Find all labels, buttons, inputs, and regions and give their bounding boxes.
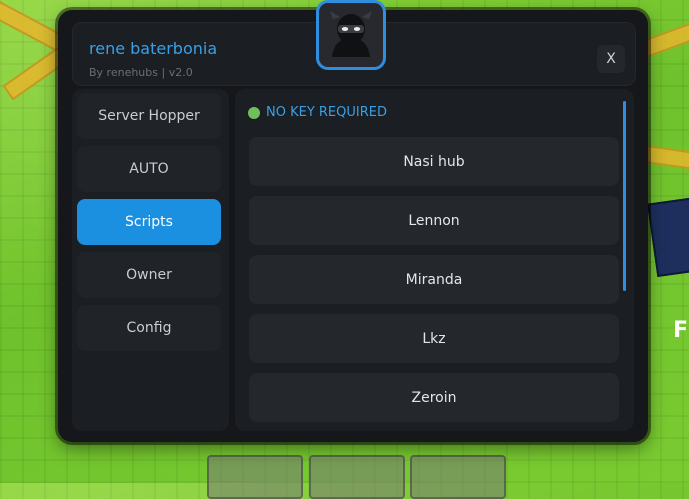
- hub-window: rene baterbonia By renehubs | v2.0 X Ser…: [58, 0, 648, 442]
- scripts-panel[interactable]: NO KEY REQUIRED Nasi hub Lennon Miranda …: [235, 89, 634, 431]
- script-label: Lkz: [422, 330, 446, 347]
- status-label: NO KEY REQUIRED: [266, 105, 387, 120]
- close-button[interactable]: X: [597, 45, 625, 73]
- background-glyph: F: [673, 318, 689, 343]
- sidebar-item-label: Config: [126, 320, 172, 336]
- status-dot-icon: [248, 106, 260, 119]
- script-label: Lennon: [408, 212, 460, 229]
- sidebar-item-label: AUTO: [129, 161, 169, 177]
- script-label: Zeroin: [411, 389, 457, 406]
- sidebar-item-server-hopper[interactable]: Server Hopper: [77, 93, 221, 139]
- sidebar-item-label: Owner: [126, 267, 172, 283]
- sidebar-item-label: Server Hopper: [98, 108, 200, 124]
- ninja-avatar-icon: [316, 0, 386, 70]
- sidebar-item-scripts[interactable]: Scripts: [77, 199, 221, 245]
- key-status: NO KEY REQUIRED: [248, 105, 387, 120]
- scrollbar[interactable]: [623, 101, 626, 291]
- sidebar-item-config[interactable]: Config: [77, 305, 221, 351]
- window-title: rene baterbonia: [89, 39, 218, 58]
- background-block: [647, 196, 689, 278]
- script-button-miranda[interactable]: Miranda: [249, 255, 619, 304]
- hotbar-slot: [309, 455, 405, 499]
- script-button-nasi-hub[interactable]: Nasi hub: [249, 137, 619, 186]
- script-button-zeroin[interactable]: Zeroin: [249, 373, 619, 422]
- script-button-lkz[interactable]: Lkz: [249, 314, 619, 363]
- sidebar-item-owner[interactable]: Owner: [77, 252, 221, 298]
- close-icon: X: [606, 51, 616, 67]
- window-subtitle: By renehubs | v2.0: [89, 66, 193, 79]
- sidebar-item-auto[interactable]: AUTO: [77, 146, 221, 192]
- sidebar: Server Hopper AUTO Scripts Owner Config: [72, 89, 229, 431]
- script-label: Miranda: [405, 271, 463, 288]
- hotbar-slot: [410, 455, 506, 499]
- script-button-lennon[interactable]: Lennon: [249, 196, 619, 245]
- script-label: Nasi hub: [403, 153, 465, 170]
- sidebar-item-label: Scripts: [125, 214, 173, 230]
- hotbar-slot: [207, 455, 303, 499]
